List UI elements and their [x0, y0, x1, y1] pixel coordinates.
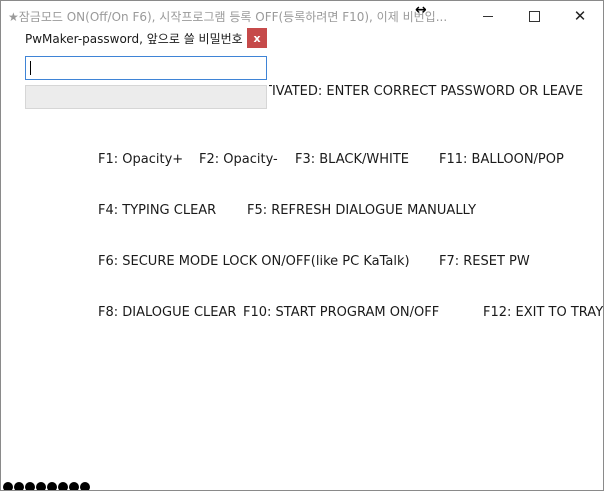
password-mask-dot: [47, 482, 57, 490]
password-mask-dot: [14, 482, 24, 490]
close-button[interactable]: ✕: [557, 1, 603, 31]
minimize-button[interactable]: [465, 1, 511, 31]
password-dialog-close-button[interactable]: x: [247, 28, 267, 48]
status-message: TIVATED: ENTER CORRECT PASSWORD OR LEAVE: [264, 84, 584, 99]
shortcut-f5: F5: REFRESH DIALOGUE MANUALLY: [247, 203, 477, 218]
password-mask-dot: [3, 482, 13, 490]
shortcut-f1: F1: Opacity+: [98, 152, 184, 167]
password-mask: [3, 482, 91, 490]
password-dialog: PwMaker-password, 앞으로 쓸 비밀번호 x: [23, 27, 269, 113]
shortcut-f7: F7: RESET PW: [439, 254, 530, 269]
password-mask-dot: [69, 482, 79, 490]
shortcut-f11: F11: BALLOON/POP: [439, 152, 564, 167]
password-mask-dot: [58, 482, 68, 490]
shortcut-f10: F10: START PROGRAM ON/OFF: [243, 305, 440, 320]
password-input[interactable]: [25, 56, 267, 80]
password-mask-dot: [25, 482, 35, 490]
window-title: ★잠금모드 ON(Off/On F6), 시작프로그램 등록 OFF(등록하려면…: [8, 10, 448, 24]
maximize-button[interactable]: [511, 1, 557, 31]
password-mask-dot: [80, 482, 90, 490]
close-icon: ✕: [573, 7, 587, 25]
minimize-icon: [483, 15, 493, 17]
password-mask-dot: [36, 482, 46, 490]
maximize-icon: [528, 10, 540, 22]
shortcut-f3: F3: BLACK/WHITE: [295, 152, 409, 167]
shortcut-f6: F6: SECURE MODE LOCK ON/OFF(like PC KaTa…: [98, 254, 410, 269]
resize-cursor-icon: ↔: [415, 2, 427, 18]
shortcut-f12: F12: EXIT TO TRAY: [483, 305, 604, 320]
password-dialog-title: PwMaker-password, 앞으로 쓸 비밀번호: [25, 32, 243, 46]
main-window: ★잠금모드 ON(Off/On F6), 시작프로그램 등록 OFF(등록하려면…: [0, 0, 604, 491]
password-confirm-button[interactable]: [25, 85, 267, 109]
text-caret: [30, 61, 31, 75]
shortcut-f2: F2: Opacity-: [199, 152, 278, 167]
shortcut-f4: F4: TYPING CLEAR: [98, 203, 217, 218]
shortcut-f8: F8: DIALOGUE CLEAR: [98, 305, 237, 320]
